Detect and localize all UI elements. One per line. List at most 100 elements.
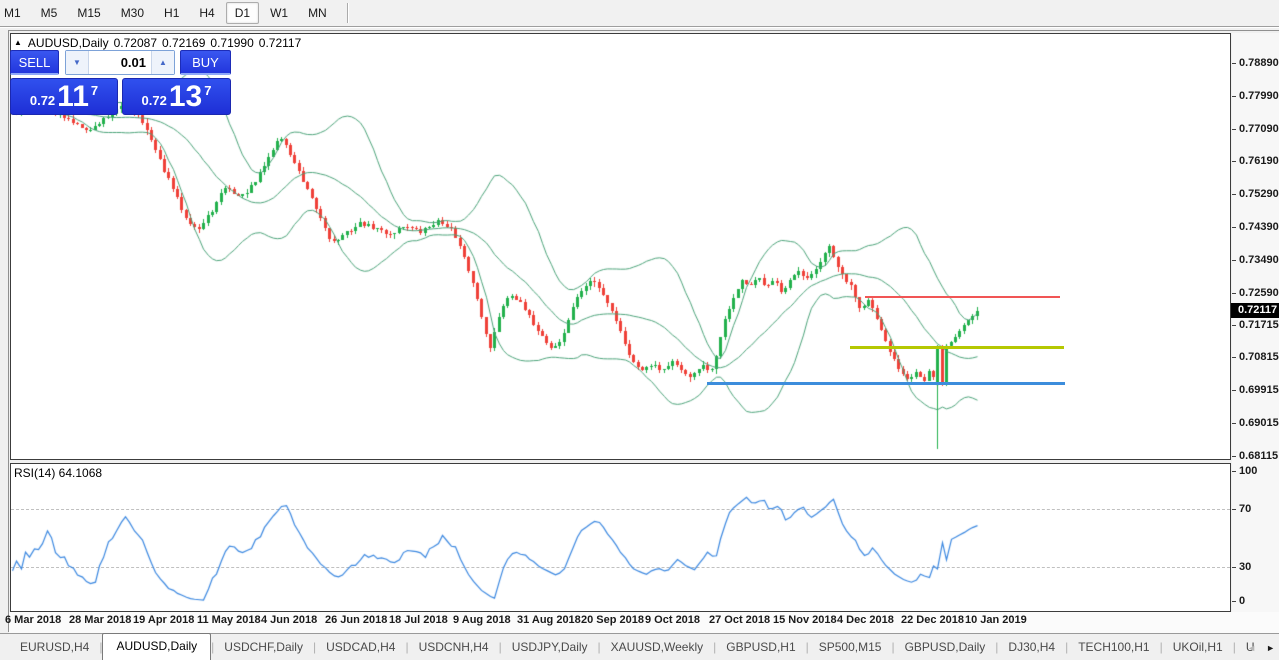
tabs-scroll-left-icon[interactable]: ◄ [1247, 642, 1256, 654]
sell-button[interactable]: SELL [10, 50, 59, 75]
sell-price-pips: 7 [90, 83, 99, 98]
one-click-toggle-icon[interactable]: ▲ [14, 38, 22, 48]
time-axis-label: 4 Jun 2018 [261, 614, 318, 626]
price-axis-tick [1232, 325, 1236, 326]
price-axis-tick [1232, 227, 1236, 228]
ohlc-close: 0.72117 [258, 35, 302, 50]
price-axis-label: 0.73490 [1239, 254, 1279, 266]
price-axis-tick [1232, 357, 1236, 358]
chart-tab[interactable]: USDCAD,H4 [316, 635, 405, 660]
ohlc-open: 0.72087 [113, 35, 157, 50]
time-axis-label: 9 Oct 2018 [645, 614, 701, 626]
price-axis-tick [1232, 260, 1236, 261]
price-axis-tick [1232, 129, 1236, 130]
chart-tab[interactable]: TECH100,H1 [1068, 635, 1159, 660]
price-axis-tick [1232, 390, 1236, 391]
price-axis-label: 0.70815 [1239, 351, 1279, 363]
timeframe-button-mn[interactable]: MN [299, 2, 336, 24]
price-axis-tick [1232, 194, 1236, 195]
time-axis-label: 15 Nov 2018 [773, 614, 837, 626]
one-click-trading-panel: SELL ▼ 0.01 ▲ BUY 0.72 11 7 0.72 13 7 [10, 50, 231, 115]
sell-price-big: 11 [57, 80, 89, 113]
timeframe-button-m30[interactable]: M30 [112, 2, 153, 24]
ohlc-low: 0.71990 [210, 35, 254, 50]
rsi-axis-tick [1232, 601, 1236, 602]
price-axis-label: 0.76190 [1239, 155, 1279, 167]
price-axis-label: 0.75290 [1239, 188, 1279, 200]
timeframe-button-d1[interactable]: D1 [225, 2, 260, 24]
buy-price-button[interactable]: 0.72 13 7 [122, 78, 231, 115]
chart-tab[interactable]: USDJPY,Daily [502, 635, 598, 660]
chart-tab-bar: EURUSD,H4 | AUDUSD,Daily | USDCHF,Daily | USDC… [0, 633, 1279, 660]
chart-tab[interactable]: UKOil,H1 [1163, 635, 1233, 660]
ohlc-high: 0.72169 [162, 35, 206, 50]
buy-price-big: 13 [168, 80, 203, 113]
time-axis-label: 20 Sep 2018 [581, 614, 644, 626]
time-axis-label: 18 Jul 2018 [389, 614, 448, 626]
time-axis-label: 6 Mar 2018 [5, 614, 62, 626]
timeframe-button-h1[interactable]: H1 [155, 2, 188, 24]
chart-tab[interactable]: USDCHF,Daily [214, 635, 313, 660]
chart-tab[interactable]: GBPUSD,H1 [716, 635, 805, 660]
rsi-indicator-label: RSI(14) 64.1068 [14, 466, 103, 480]
toolbar-divider [346, 3, 348, 23]
chart-tab[interactable]: USDCNH,H4 [409, 635, 499, 660]
sell-price-button[interactable]: 0.72 11 7 [10, 78, 118, 115]
buy-button[interactable]: BUY [180, 50, 231, 75]
time-axis-label: 9 Aug 2018 [453, 614, 511, 626]
price-axis-label: 0.69915 [1239, 384, 1279, 396]
price-axis-tick [1232, 96, 1236, 97]
chart-tab[interactable]: DJ30,H4 [998, 635, 1065, 660]
tabs-scroll-right-icon[interactable]: ► [1266, 642, 1275, 654]
timeframe-toolbar: M1 M5 M15 M30 H1 H4 D1 W1 MN [0, 0, 1279, 27]
volume-input[interactable]: 0.01 [89, 51, 151, 74]
price-axis-label: 0.78890 [1239, 57, 1279, 69]
price-axis-label: 0.77090 [1239, 123, 1279, 135]
buy-price-prefix: 0.72 [141, 93, 167, 108]
time-axis-label: 26 Jun 2018 [325, 614, 388, 626]
volume-decrease-icon[interactable]: ▼ [66, 51, 89, 74]
timeframe-button-h4[interactable]: H4 [190, 2, 223, 24]
chart-tab[interactable]: XAUUSD,Weekly [601, 635, 713, 660]
time-axis-label: 19 Apr 2018 [133, 614, 195, 626]
chart-tab[interactable]: AUDUSD,Daily [102, 633, 212, 660]
time-axis-label: 22 Dec 2018 [901, 614, 964, 626]
price-axis-label: 0.68115 [1239, 450, 1279, 462]
chart-tab[interactable]: GBPUSD,Daily [895, 635, 996, 660]
price-axis-tick [1232, 423, 1236, 424]
timeframe-button-w1[interactable]: W1 [261, 2, 297, 24]
chart-window-left-edge [8, 30, 9, 632]
current-price-tag: 0.72117 [1231, 303, 1279, 318]
time-axis-label: 4 Dec 2018 [837, 614, 894, 626]
timeframe-button-m15[interactable]: M15 [68, 2, 109, 24]
price-axis-label: 0.74390 [1239, 221, 1279, 233]
rsi-axis-label: 30 [1239, 561, 1252, 573]
chart-tab[interactable]: EURUSD,H4 [10, 635, 99, 660]
price-axis-tick [1232, 293, 1236, 294]
price-axis-tick [1232, 161, 1236, 162]
rsi-axis-label: 100 [1239, 465, 1258, 477]
rsi-indicator-canvas[interactable] [11, 464, 1230, 610]
buy-price-pips: 7 [204, 83, 212, 98]
volume-stepper: ▼ 0.01 ▲ [65, 50, 175, 75]
rsi-axis-label: 70 [1239, 503, 1252, 515]
chart-title: ▲ AUDUSD,Daily 0.72087 0.72169 0.71990 0… [14, 35, 301, 50]
mt4-application: M1 M5 M15 M30 H1 H4 D1 W1 MN ▲ AUDUSD,Daily 0.72… [0, 0, 1279, 660]
hline-resistance[interactable] [865, 296, 1060, 298]
hline-mid-support[interactable] [850, 346, 1064, 349]
hline-support[interactable] [707, 382, 1065, 385]
chart-tab[interactable]: SP500,M15 [809, 635, 892, 660]
chart-symbol-period: AUDUSD,Daily [27, 35, 109, 50]
rsi-axis-tick [1232, 471, 1236, 472]
price-axis-tick [1232, 63, 1236, 64]
price-axis-label: 0.71715 [1239, 319, 1279, 331]
timeframe-button-m5[interactable]: M5 [32, 2, 67, 24]
volume-increase-icon[interactable]: ▲ [151, 51, 174, 74]
rsi-axis-label: 0 [1239, 595, 1246, 607]
time-axis-label: 28 Mar 2018 [69, 614, 132, 626]
price-axis-tick [1232, 456, 1236, 457]
timeframe-button-m1[interactable]: M1 [0, 2, 30, 24]
time-axis-label: 27 Oct 2018 [709, 614, 771, 626]
price-axis-label: 0.77990 [1239, 90, 1279, 102]
time-axis-label: 31 Aug 2018 [517, 614, 581, 626]
